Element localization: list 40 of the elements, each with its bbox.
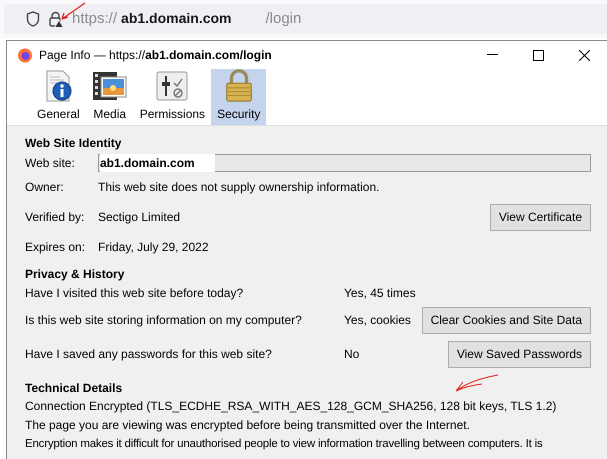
field-label: Expires on: xyxy=(25,239,86,256)
slider-check-icon xyxy=(155,69,190,103)
url-host: ab1.domain.com xyxy=(121,8,232,28)
privacy-answer: No xyxy=(344,346,360,363)
filmstrip-picture-icon xyxy=(92,69,128,103)
website-field[interactable]: ab1.domain.com xyxy=(98,154,591,172)
privacy-question: Is this web site storing information on my computer? xyxy=(25,312,303,329)
minimize-icon xyxy=(486,54,498,56)
url-scheme: https:// xyxy=(72,8,118,29)
close-icon xyxy=(578,50,590,60)
toolbar-tab[interactable]: Media xyxy=(86,69,134,125)
details-text: Connection Encrypted (TLS_ECDHE_RSA_WITH_AES_128_GCM_SHA256, 128 bit keys, TLS 1.2) xyxy=(25,398,558,415)
field-value: Sectigo Limited xyxy=(98,209,182,226)
field-label: Owner: xyxy=(25,179,65,196)
shield-icon[interactable] xyxy=(26,11,40,27)
clear-cookies-button[interactable]: Clear Cookies and Site Data xyxy=(422,306,591,334)
url-path: /login xyxy=(266,8,302,29)
field-value: Friday, July 29, 2022 xyxy=(98,239,210,256)
field-label: Verified by: xyxy=(25,209,86,226)
browser-logo-icon xyxy=(17,47,33,63)
section-heading: Web Site Identity xyxy=(25,135,122,152)
privacy-answer: Yes, cookies xyxy=(344,312,412,329)
privacy-question: Have I saved any passwords for this web site? xyxy=(25,346,273,363)
toolbar-tab[interactable]: General xyxy=(31,69,86,125)
toolbar-tab[interactable]: Permissions xyxy=(134,69,212,125)
privacy-question: Have I visited this web site before today? xyxy=(25,285,244,302)
privacy-answer: Yes, 45 times xyxy=(344,285,417,302)
field-value: This web site does not supply ownership information. xyxy=(98,179,380,196)
section-heading: Technical Details xyxy=(25,380,122,397)
maximize-icon xyxy=(532,50,544,60)
view-certificate-button[interactable]: View Certificate xyxy=(490,204,591,230)
toolbar-tab[interactable]: Security xyxy=(211,69,266,125)
address-bar[interactable]: https:// ab1.domain.com /login xyxy=(4,4,607,34)
padlock-warning-icon[interactable] xyxy=(48,10,64,28)
saved-passwords-button[interactable]: View Saved Passwords xyxy=(448,340,591,368)
details-text: Encryption makes it difficult for unauthorised people to view information travelling between computers. It is xyxy=(25,437,544,452)
field-label: Web site: xyxy=(25,155,76,172)
section-heading: Privacy & History xyxy=(25,266,126,283)
details-text: The page you are viewing was encrypted before being transmitted over the Internet. xyxy=(25,417,471,434)
window-title: Page Info — https://ab1.domain.com/login xyxy=(39,47,272,64)
